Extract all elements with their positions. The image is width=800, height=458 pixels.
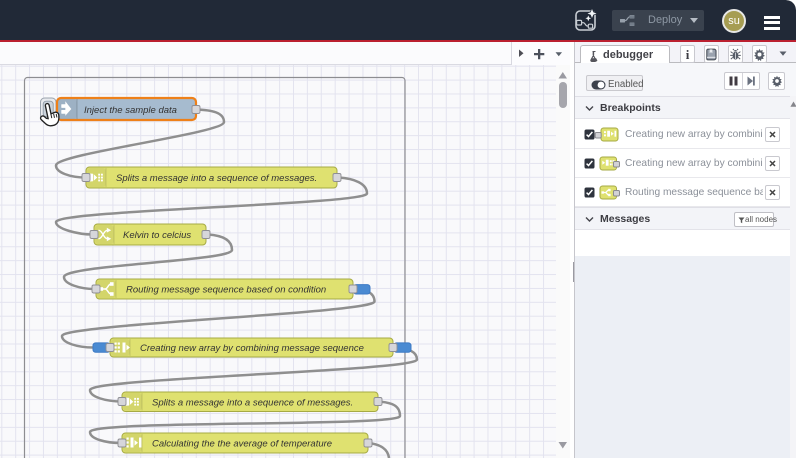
svg-text:Splits a message into a sequen: Splits a message into a sequence of mess… bbox=[116, 173, 317, 184]
svg-text:Inject the sample data: Inject the sample data bbox=[84, 105, 177, 116]
svg-text:Creating new array by combinin: Creating new array by combining message … bbox=[140, 343, 364, 354]
svg-text:Kelvin to celcius: Kelvin to celcius bbox=[123, 230, 191, 241]
svg-text:Routing message sequence based: Routing message sequence based on condit… bbox=[126, 285, 326, 296]
svg-text:Splits a message into a sequen: Splits a message into a sequence of mess… bbox=[152, 398, 353, 409]
svg-text:Calculating the the average of: Calculating the the average of temperatu… bbox=[152, 439, 332, 450]
